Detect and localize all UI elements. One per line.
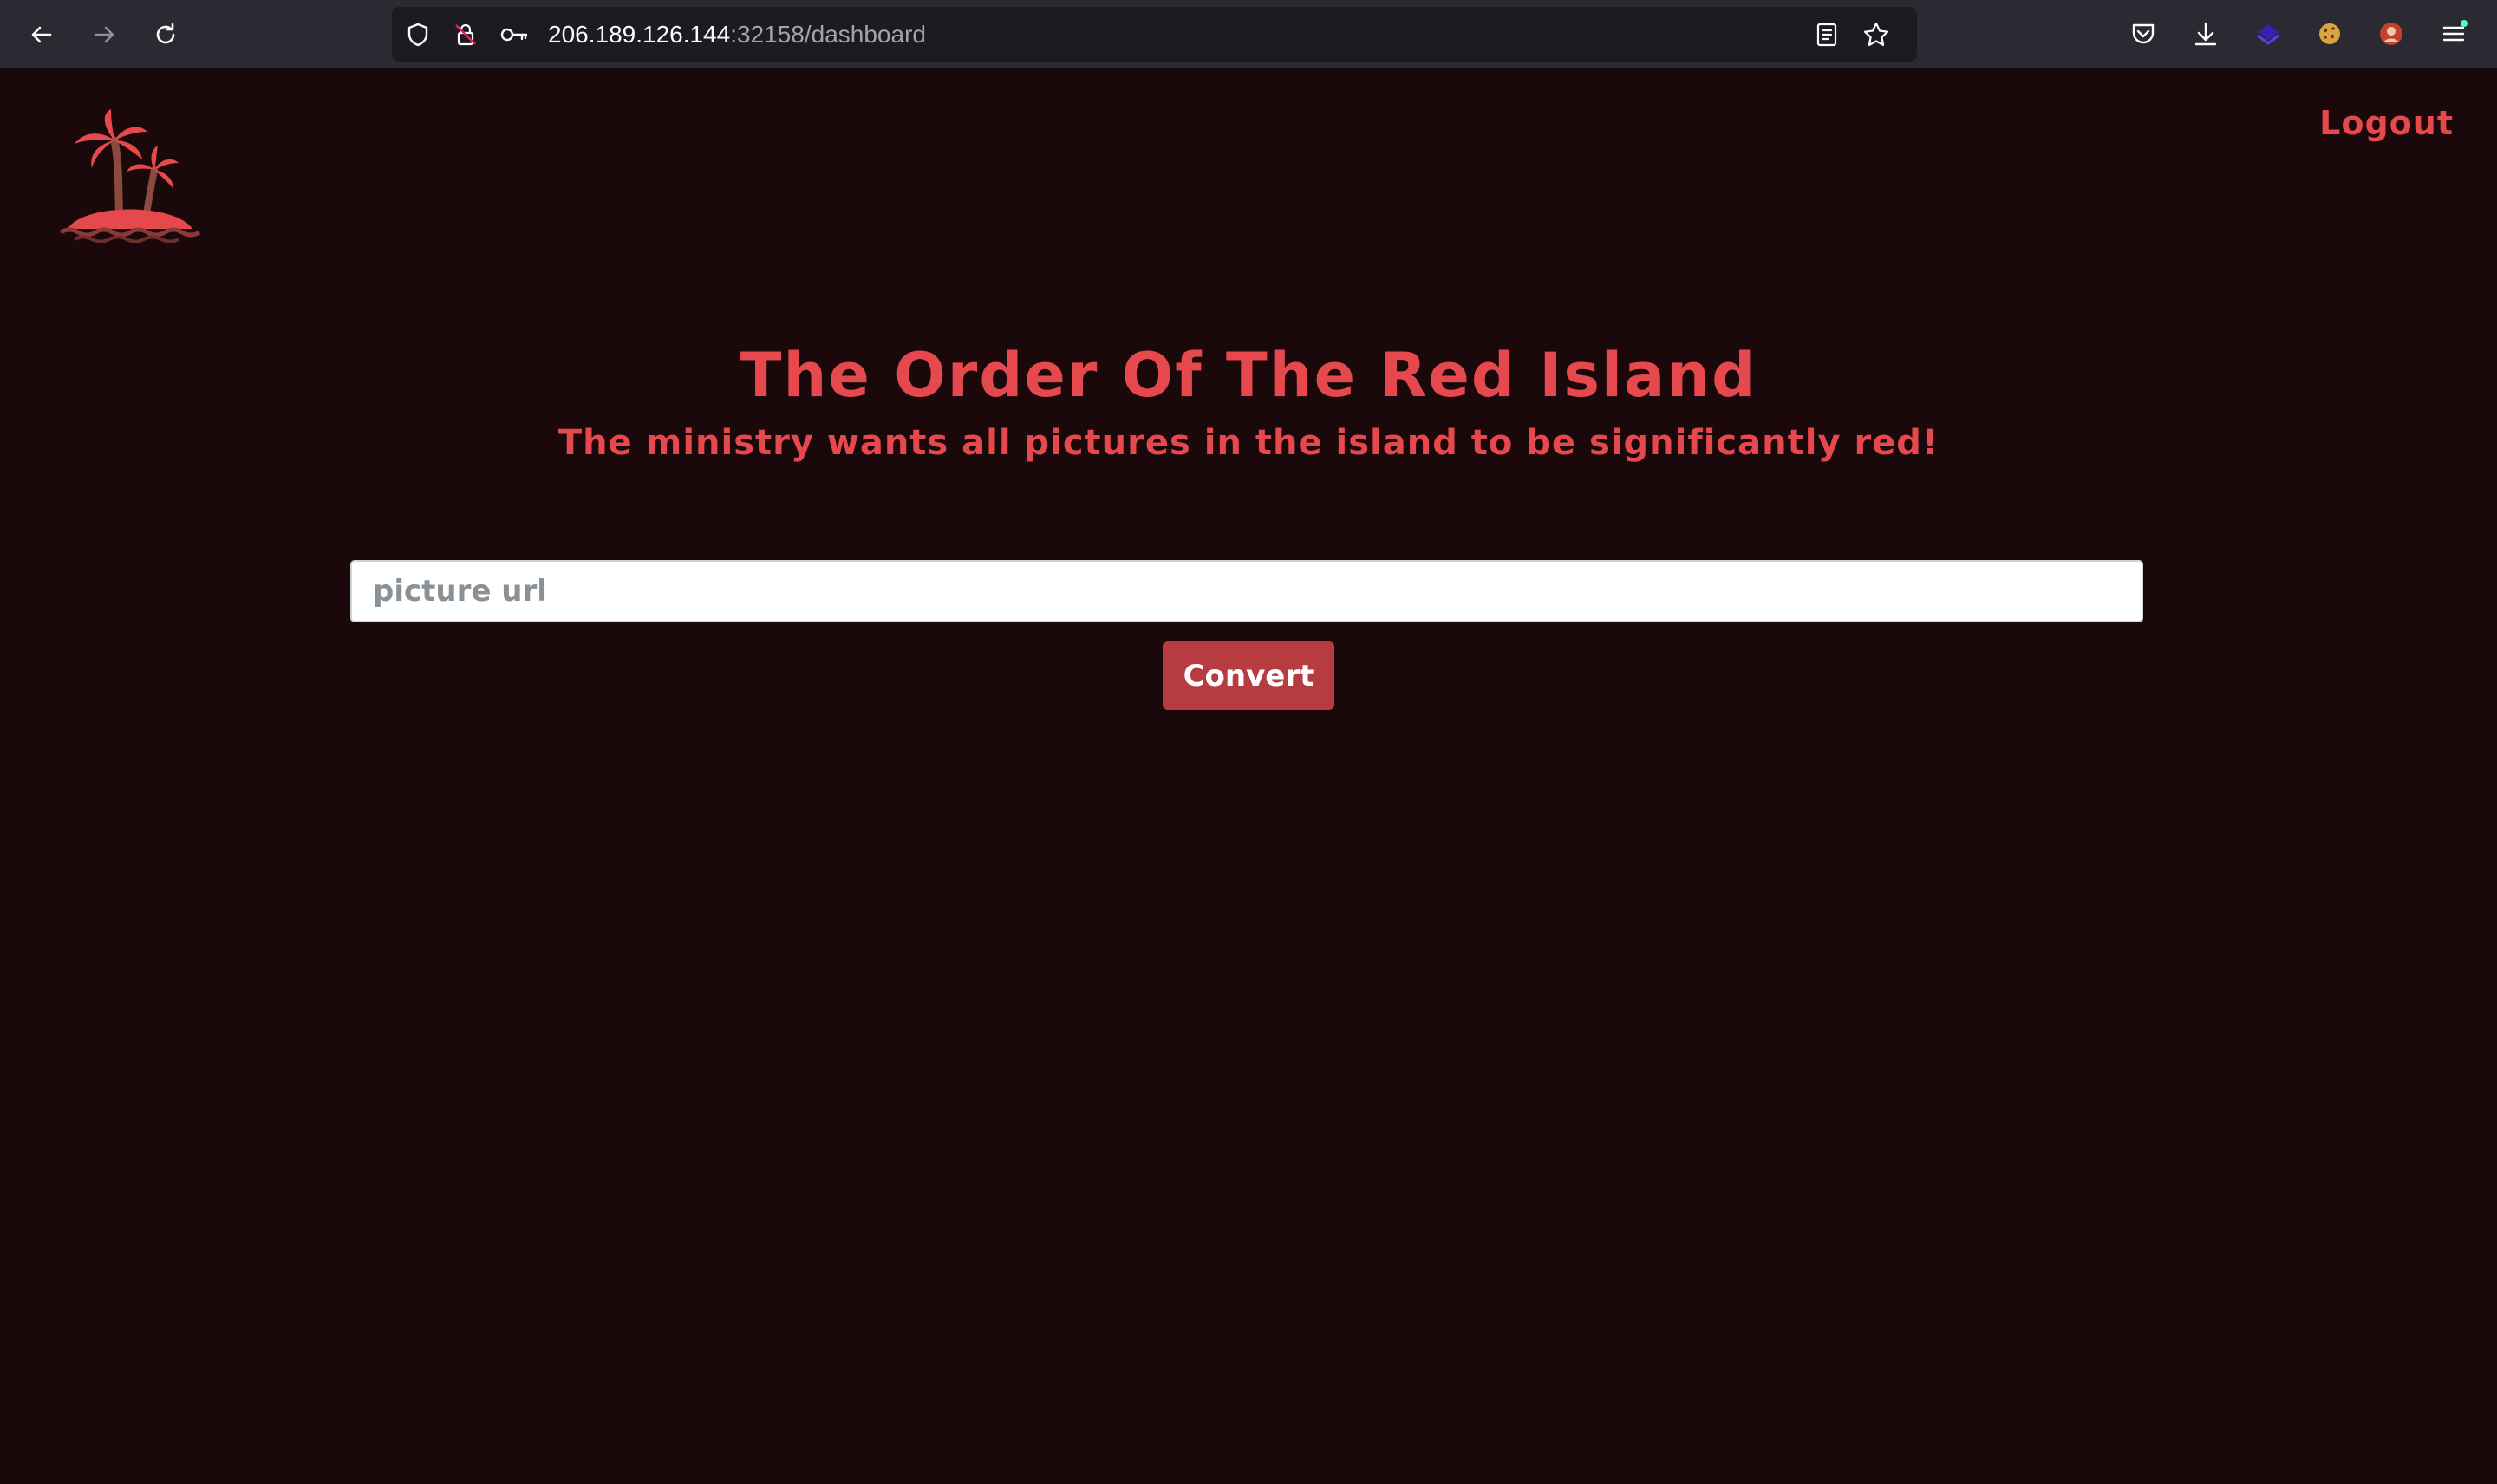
convert-button[interactable]: Convert bbox=[1163, 641, 1334, 710]
page-subtitle: The ministry wants all pictures in the i… bbox=[557, 423, 1940, 463]
reader-view-icon[interactable] bbox=[1814, 21, 1840, 49]
menu-icon[interactable] bbox=[2437, 17, 2470, 50]
reload-icon[interactable] bbox=[147, 16, 184, 53]
palm-island-icon[interactable] bbox=[57, 106, 203, 244]
bookmark-star-icon[interactable] bbox=[1861, 20, 1891, 49]
download-icon[interactable] bbox=[2189, 17, 2222, 50]
avatar-icon[interactable] bbox=[2375, 17, 2408, 50]
pocket-icon[interactable] bbox=[2127, 17, 2160, 50]
key-icon[interactable] bbox=[499, 22, 529, 48]
url-path: :32158/dashboard bbox=[730, 21, 926, 48]
url-text[interactable]: 206.189.126.144:32158/dashboard bbox=[548, 7, 926, 62]
picture-url-input[interactable] bbox=[350, 560, 2143, 622]
shield-icon[interactable] bbox=[405, 22, 431, 48]
browser-toolbar: 206.189.126.144:32158/dashboard bbox=[0, 0, 2497, 69]
address-bar[interactable]: 206.189.126.144:32158/dashboard bbox=[392, 7, 1917, 62]
forward-arrow-icon[interactable] bbox=[86, 16, 122, 53]
extension-icon[interactable] bbox=[2252, 17, 2285, 50]
back-arrow-icon[interactable] bbox=[23, 16, 60, 53]
lock-warning-icon[interactable] bbox=[453, 22, 479, 48]
cookie-icon[interactable] bbox=[2313, 17, 2346, 50]
url-host: 206.189.126.144 bbox=[548, 21, 731, 48]
logout-link[interactable]: Logout bbox=[2319, 104, 2454, 142]
page-title: The Order Of The Red Island bbox=[740, 340, 1757, 411]
